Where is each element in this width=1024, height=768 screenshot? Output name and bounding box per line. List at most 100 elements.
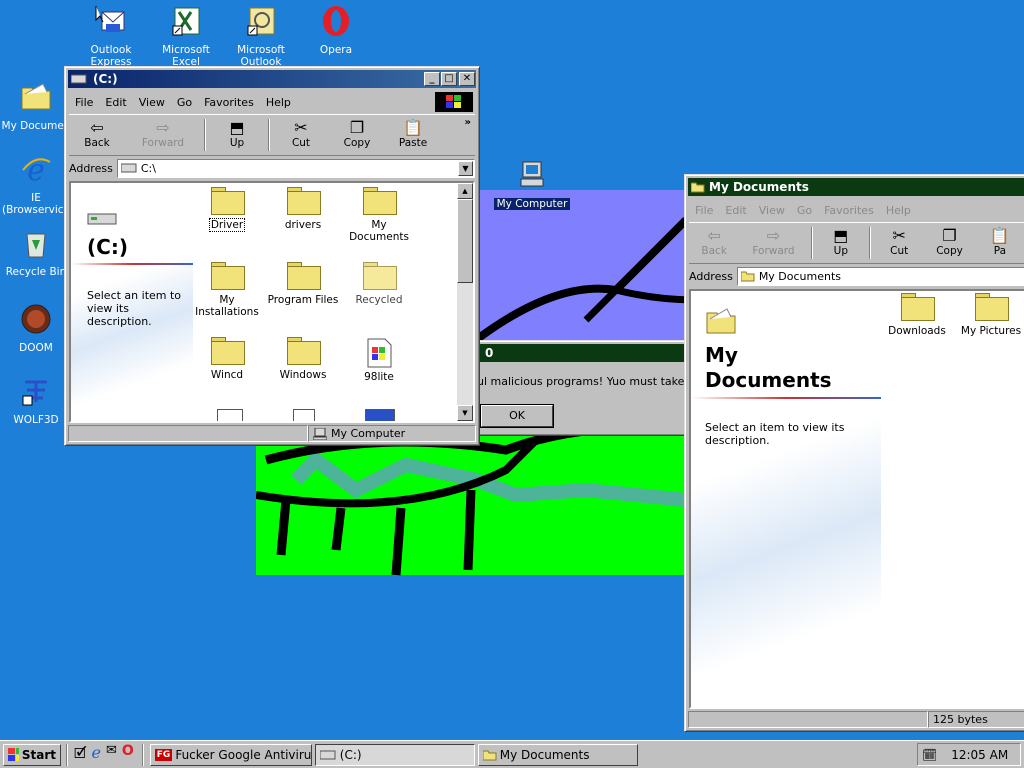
ok-button[interactable]: OK <box>480 404 554 428</box>
menu-go[interactable]: Go <box>791 204 818 217</box>
paste-button[interactable]: 📋 Pa <box>975 223 1024 263</box>
dialog-message: ul malicious programs! Yuo must take act… <box>477 375 715 388</box>
paste-button[interactable]: 📋 Paste <box>385 115 441 155</box>
menu-favorites[interactable]: Favorites <box>818 204 880 217</box>
icon-label: DOOM <box>19 342 53 354</box>
copy-button[interactable]: ❐ Copy <box>329 115 385 155</box>
up-folder-icon: ⬒ <box>229 118 245 137</box>
close-button[interactable]: ✕ <box>459 72 475 86</box>
excel-icon <box>172 7 200 36</box>
vertical-scrollbar[interactable]: ▲ ▼ <box>457 183 473 421</box>
scheduler-icon[interactable]: 🗓 <box>922 748 937 762</box>
chevron-icon[interactable]: » <box>465 117 471 128</box>
desktop-icon-excel[interactable]: Microsoft Excel <box>148 4 224 68</box>
menu-edit[interactable]: Edit <box>719 204 752 217</box>
up-folder-icon: ⬒ <box>833 226 849 245</box>
item-label: My Documents <box>349 219 409 243</box>
address-dropdown-button[interactable]: ▼ <box>458 160 473 176</box>
up-button[interactable]: ⬒ Up <box>209 115 265 155</box>
desktop-icon-doom[interactable]: DOOM <box>0 302 74 354</box>
desktop-icon-outlook[interactable]: Microsoft Outlook <box>223 4 299 68</box>
back-arrow-icon: ⇦ <box>90 118 104 137</box>
ie-icon[interactable]: e <box>92 743 101 767</box>
desktop-icon-outlook-express[interactable]: Outlook Express <box>73 4 149 68</box>
folder-drivers[interactable]: drivers <box>265 187 341 231</box>
file-98lite[interactable]: 98lite <box>341 337 417 383</box>
forward-arrow-icon: ⇨ <box>766 226 781 245</box>
desktop-icon-my-documents[interactable]: My Documen <box>0 80 74 132</box>
folder-program-files[interactable]: Program Files <box>265 262 341 306</box>
folder-icon <box>211 187 245 215</box>
task-my-documents[interactable]: My Documents <box>477 743 638 766</box>
desktop-icon-opera[interactable]: Opera <box>298 4 374 56</box>
up-label: Up <box>229 137 245 149</box>
up-button[interactable]: ⬒ Up <box>816 223 866 263</box>
task-c-drive[interactable]: (C:) <box>314 743 475 766</box>
scroll-down-button[interactable]: ▼ <box>457 405 473 421</box>
folder-windows[interactable]: Windows <box>265 337 341 381</box>
menu-view[interactable]: View <box>133 96 171 109</box>
scissors-icon: ✂ <box>892 226 906 245</box>
window-titlebar[interactable]: (C:) _ □ ✕ <box>68 70 476 88</box>
forward-label: Forward <box>141 137 185 149</box>
menu-help[interactable]: Help <box>260 96 297 109</box>
icon-label: My Documen <box>1 120 71 132</box>
pane-divider <box>691 397 881 399</box>
address-value: My Documents <box>758 269 842 283</box>
desktop-icon-my-computer[interactable]: My Computer <box>494 158 570 210</box>
show-desktop-icon[interactable]: 🗹 <box>74 743 87 767</box>
folder-icon <box>691 182 705 193</box>
outlook-express-icon[interactable]: ✉ <box>106 743 117 767</box>
task-antivirus[interactable]: FG Fucker Google Antiviru... <box>149 743 312 766</box>
web-view-pane: My Documents Select an item to view its d… <box>691 291 881 707</box>
desktop-icon-ie[interactable]: e IE (Browservice <box>0 152 74 216</box>
address-input[interactable]: C:\ ▼ <box>116 158 475 178</box>
scroll-thumb[interactable] <box>457 199 473 283</box>
scroll-up-button[interactable]: ▲ <box>457 183 473 199</box>
desktop-icon-wolf3d[interactable]: WOLF3D <box>0 374 74 426</box>
ie-icon: e <box>22 153 51 188</box>
paste-icon: 📋 <box>403 118 423 137</box>
folder-icon <box>287 337 321 365</box>
file-view: (C:) Select an item to view its descript… <box>69 181 475 423</box>
folder-driver[interactable]: Driver <box>189 187 265 232</box>
opera-icon[interactable]: O <box>122 743 134 767</box>
folder-recycled[interactable]: Recycled <box>341 262 417 306</box>
cut-button[interactable]: ✂ Cut <box>874 223 924 263</box>
menu-file[interactable]: File <box>69 96 99 109</box>
c-drive-window: (C:) _ □ ✕ File Edit View Go Favorites H… <box>64 66 480 446</box>
icon-label: Opera <box>319 44 353 56</box>
menu-edit[interactable]: Edit <box>99 96 132 109</box>
folder-downloads[interactable]: Downloads <box>879 293 955 337</box>
address-value: C:\ <box>140 161 156 175</box>
window-titlebar[interactable]: My Documents <box>688 178 1024 196</box>
icon-label: Recycle Bin <box>5 266 67 278</box>
antivirus-icon: FG <box>154 748 173 761</box>
folder-my-pictures[interactable]: My Pictures <box>953 293 1024 337</box>
start-button[interactable]: Start <box>3 743 61 766</box>
copy-button[interactable]: ❐ Copy <box>924 223 974 263</box>
maximize-button[interactable]: □ <box>441 72 457 86</box>
forward-button[interactable]: ⇨ Forward <box>125 115 201 155</box>
cut-button[interactable]: ✂ Cut <box>273 115 329 155</box>
minimize-button[interactable]: _ <box>424 72 440 86</box>
back-button[interactable]: ⇦ Back <box>69 115 125 155</box>
back-button[interactable]: ⇦ Back <box>689 223 739 263</box>
back-label: Back <box>84 137 110 149</box>
folder-wincd[interactable]: Wincd <box>189 337 265 381</box>
forward-button[interactable]: ⇨ Forward <box>739 223 807 263</box>
desktop-icon-recycle-bin[interactable]: Recycle Bin <box>0 226 74 278</box>
menu-bar: File Edit View Go Favorites Help <box>689 200 1024 220</box>
folder-icon <box>287 262 321 290</box>
address-input[interactable]: My Documents <box>736 266 1024 286</box>
menu-file[interactable]: File <box>689 204 719 217</box>
clock[interactable]: 12:05 AM <box>951 748 1008 762</box>
folder-my-installations[interactable]: My Installations <box>189 262 265 318</box>
menu-go[interactable]: Go <box>171 96 198 109</box>
folder-icon <box>211 337 245 365</box>
menu-view[interactable]: View <box>753 204 791 217</box>
scissors-icon: ✂ <box>294 118 308 137</box>
folder-my-documents[interactable]: My Documents <box>341 187 417 243</box>
menu-favorites[interactable]: Favorites <box>198 96 260 109</box>
menu-help[interactable]: Help <box>880 204 917 217</box>
